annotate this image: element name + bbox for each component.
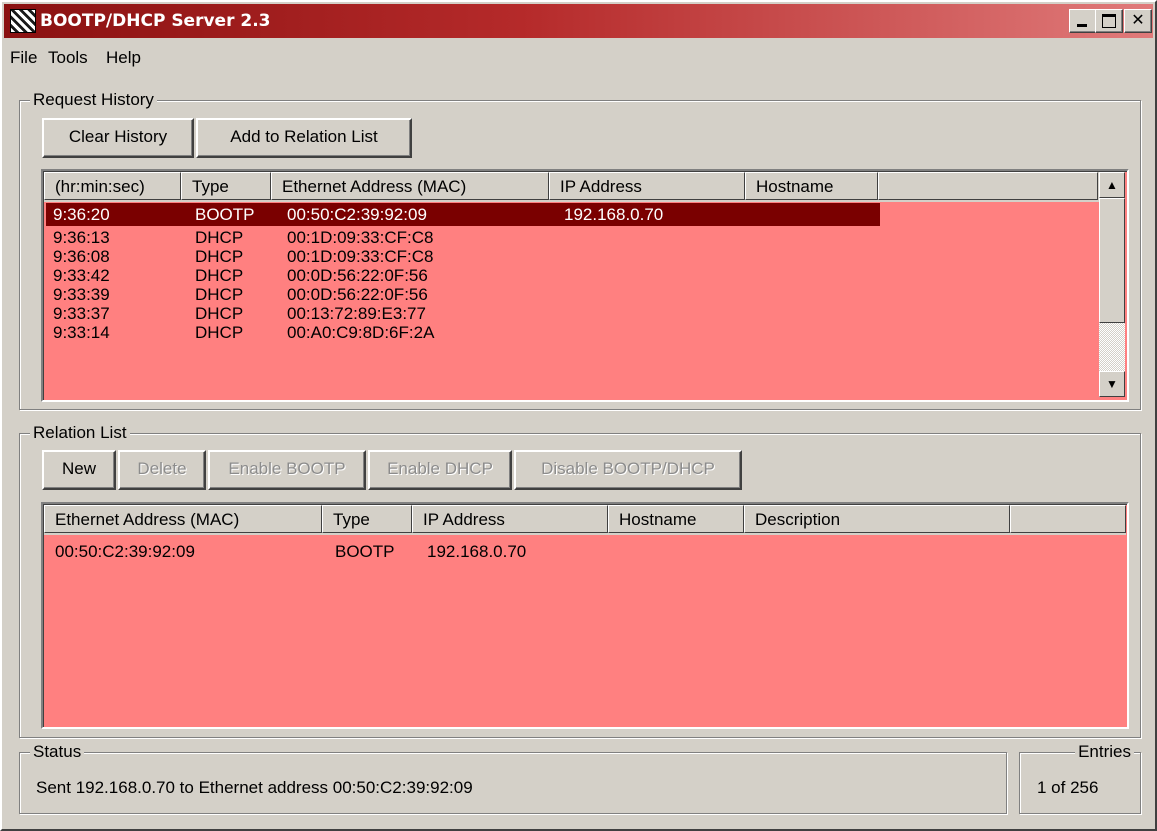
column-header-ip[interactable]: IP Address [549,172,745,200]
scroll-down-icon: ▼ [1106,377,1118,391]
disable-bootp-dhcp-button[interactable]: Disable BOOTP/DHCP [514,450,742,490]
close-icon: ✕ [1131,10,1145,29]
scroll-up-icon: ▲ [1106,178,1118,192]
column-header-description[interactable]: Description [744,505,1010,533]
cell-mac: 00:0D:56:22:0F:56 [287,285,428,304]
request-history-list[interactable]: (hr:min:sec) Type Ethernet Address (MAC)… [41,169,1129,402]
main-window: BOOTP/DHCP Server 2.3 ✕ File Tools Help … [0,0,1157,831]
new-button[interactable]: New [42,450,116,490]
menu-tools[interactable]: Tools [48,48,88,68]
cell-mac: 00:A0:C9:8D:6F:2A [287,323,435,342]
scroll-track[interactable] [1099,323,1125,371]
cell-type: DHCP [195,266,244,285]
column-header-mac[interactable]: Ethernet Address (MAC) [271,172,549,200]
relation-list-header: Ethernet Address (MAC) Type IP Address H… [44,505,1126,535]
status-label: Status [30,742,85,762]
delete-button[interactable]: Delete [118,450,206,490]
cell-mac: 00:0D:56:22:0F:56 [287,266,428,285]
request-history-header: (hr:min:sec) Type Ethernet Address (MAC)… [44,172,1099,202]
cell-type: DHCP [195,228,244,247]
minimize-icon [1077,24,1087,27]
cell-type: BOOTP [335,542,395,561]
column-header-filler [1010,505,1126,533]
app-icon[interactable] [10,9,36,33]
entries-count: 1 of 256 [1037,778,1099,797]
enable-bootp-button[interactable]: Enable BOOTP [208,450,366,490]
cell-mac: 00:1D:09:33:CF:C8 [287,228,434,247]
column-header-hostname[interactable]: Hostname [608,505,744,533]
scroll-down-button[interactable]: ▼ [1099,371,1125,397]
cell-ip: 192.168.0.70 [564,205,664,224]
column-header-ip[interactable]: IP Address [412,505,608,533]
clear-history-button[interactable]: Clear History [42,118,194,158]
column-header-mac[interactable]: Ethernet Address (MAC) [44,505,322,533]
relation-list-label: Relation List [30,423,130,443]
scroll-up-button[interactable]: ▲ [1099,172,1125,198]
status-text: Sent 192.168.0.70 to Ethernet address 00… [36,778,473,797]
cell-type: DHCP [195,304,244,323]
relation-list[interactable]: Ethernet Address (MAC) Type IP Address H… [41,502,1129,729]
selection-highlight [46,203,880,226]
cell-mac: 00:50:C2:39:92:09 [55,542,195,561]
cell-time: 9:36:20 [53,205,110,224]
window-title: BOOTP/DHCP Server 2.3 [40,11,271,31]
cell-time: 9:33:37 [53,304,110,323]
enable-dhcp-button[interactable]: Enable DHCP [368,450,512,490]
cell-time: 9:33:14 [53,323,110,342]
close-button[interactable]: ✕ [1124,9,1152,33]
cell-type: BOOTP [195,205,255,224]
cell-mac: 00:13:72:89:E3:77 [287,304,426,323]
column-header-filler [878,172,1098,200]
cell-mac: 00:1D:09:33:CF:C8 [287,247,434,266]
scroll-thumb[interactable] [1099,198,1125,323]
entries-label: Entries [1075,742,1134,762]
column-header-time[interactable]: (hr:min:sec) [44,172,181,200]
cell-ip: 192.168.0.70 [427,542,527,561]
column-header-type[interactable]: Type [322,505,412,533]
column-header-type[interactable]: Type [181,172,271,200]
cell-type: DHCP [195,285,244,304]
title-bar[interactable]: BOOTP/DHCP Server 2.3 ✕ [4,4,1153,38]
menu-help[interactable]: Help [106,48,141,68]
menu-file[interactable]: File [10,48,37,68]
cell-time: 9:36:08 [53,247,110,266]
minimize-button[interactable] [1069,9,1097,33]
cell-type: DHCP [195,247,244,266]
request-history-scrollbar[interactable]: ▲ ▼ [1099,172,1125,397]
add-to-relation-list-button[interactable]: Add to Relation List [196,118,412,158]
maximize-icon [1102,14,1116,28]
cell-time: 9:33:42 [53,266,110,285]
column-header-hostname[interactable]: Hostname [745,172,878,200]
cell-type: DHCP [195,323,244,342]
cell-mac: 00:50:C2:39:92:09 [287,205,427,224]
maximize-button[interactable] [1095,9,1123,33]
cell-time: 9:36:13 [53,228,110,247]
cell-time: 9:33:39 [53,285,110,304]
request-history-label: Request History [30,90,157,110]
